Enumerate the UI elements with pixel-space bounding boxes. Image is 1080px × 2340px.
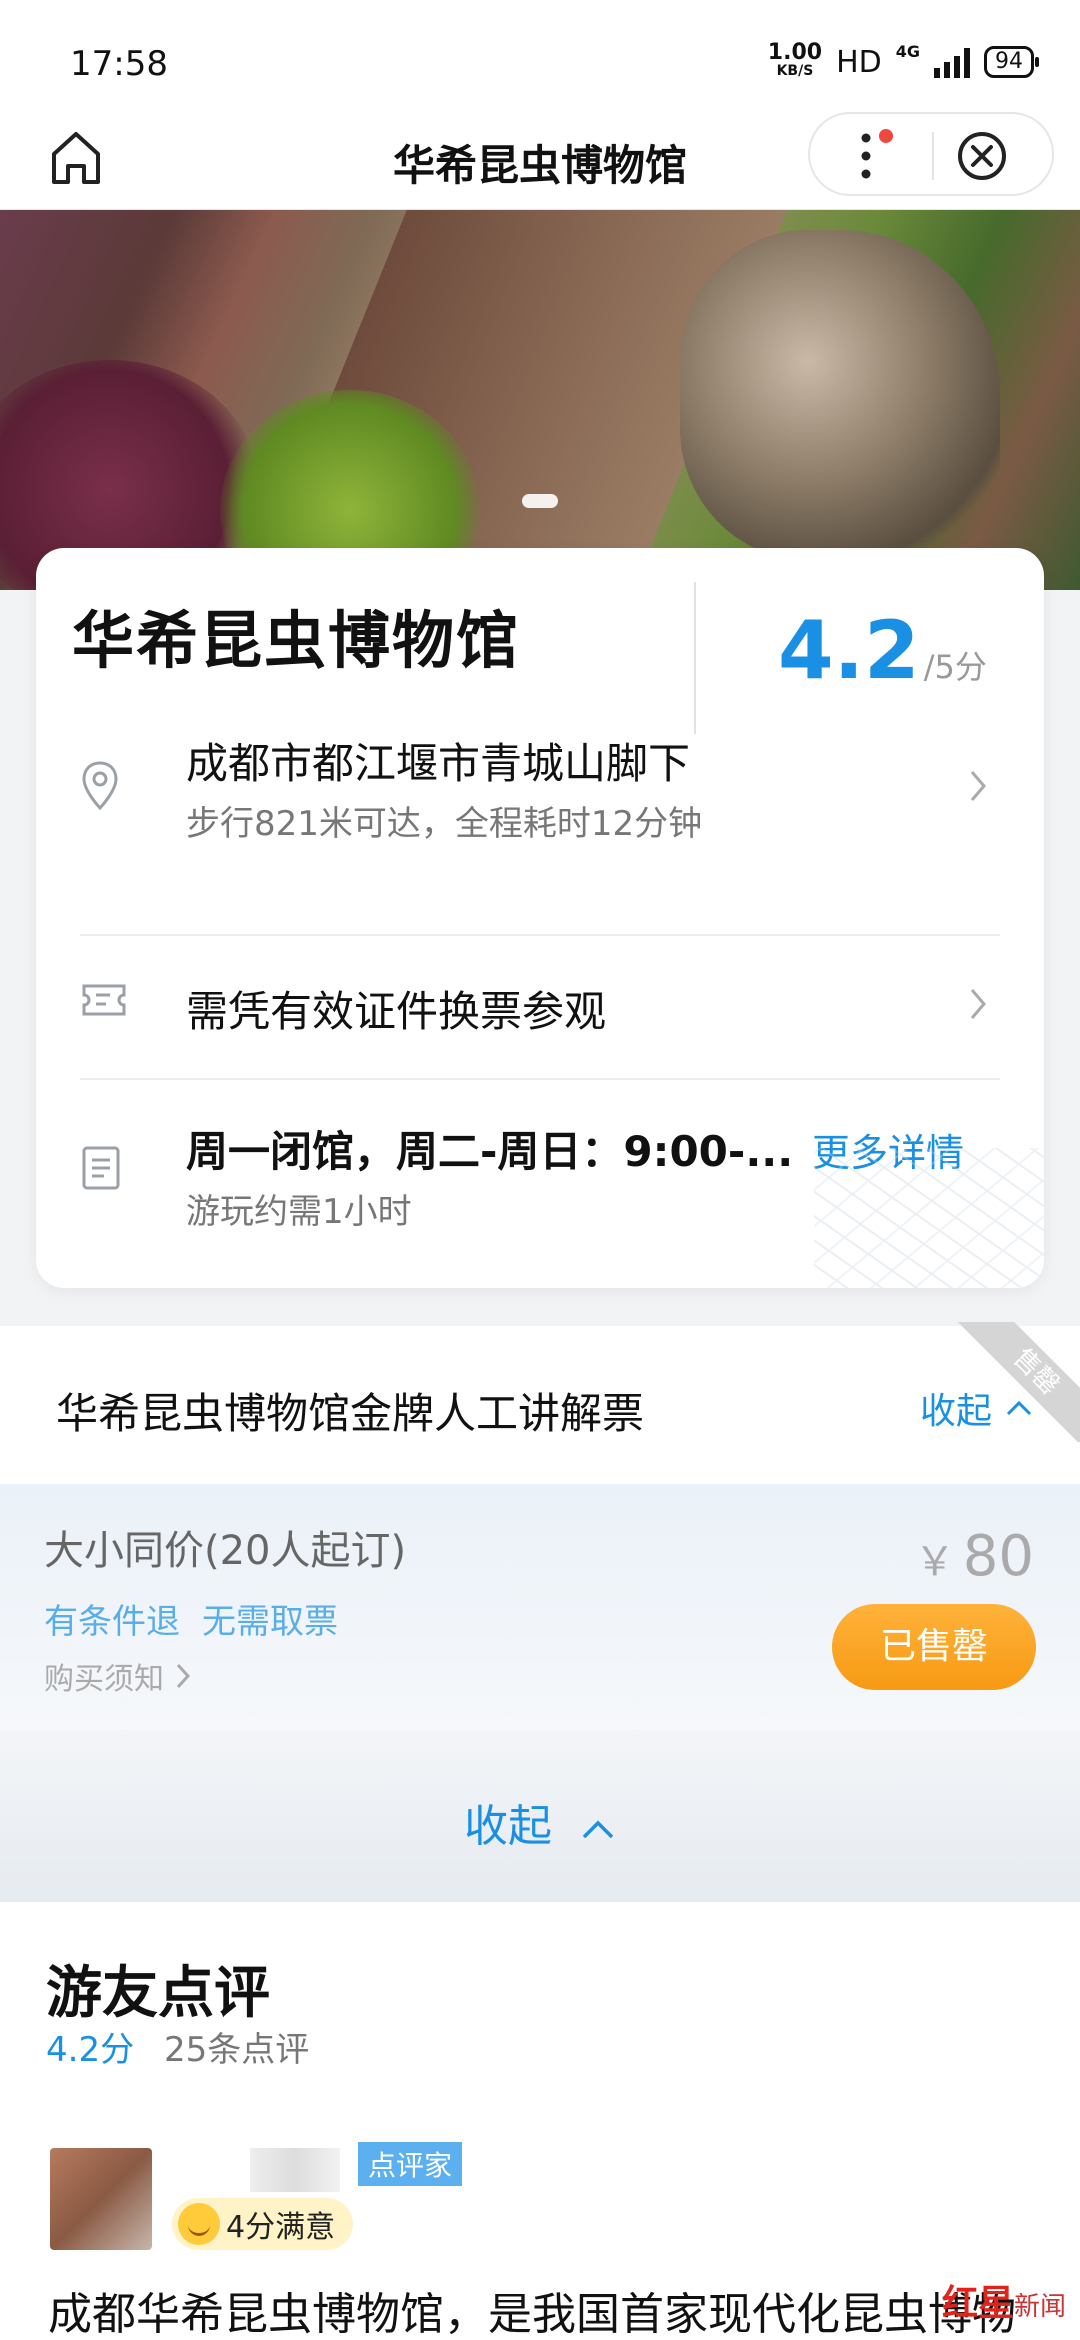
ticket-item[interactable]: 大小同价(20人起订) 有条件退 无需取票 购买须知 ￥ 80 已售罄 [0, 1484, 1080, 1730]
network-type: 4G [895, 42, 920, 61]
reviews-score[interactable]: 4.2分 [46, 2022, 134, 2071]
card-map-texture [814, 1148, 1044, 1288]
no-pickup-tag: 无需取票 [202, 1602, 338, 1642]
visit-duration: 游玩约需1小时 [186, 1192, 412, 1232]
ticket-icon [82, 984, 126, 1016]
chevron-right-icon [176, 1663, 191, 1689]
watermark-main: 红星 [941, 2283, 1014, 2324]
signal-icon [934, 46, 970, 78]
reviewer-badge: 点评家 [358, 2142, 463, 2186]
collapse-bar[interactable]: 收起 [0, 1730, 1080, 1902]
status-time: 17:58 [70, 44, 168, 84]
chevron-right-icon [970, 771, 986, 801]
currency-symbol: ￥ [914, 1539, 955, 1585]
reviews-count[interactable]: 25条点评 [164, 2022, 309, 2071]
satisfaction-label: 4分满意 [226, 2210, 336, 2245]
walking-distance: 步行821米可达，全程耗时12分钟 [186, 804, 703, 844]
soldout-ribbon: 售罄 [946, 1322, 1080, 1442]
capsule-divider [932, 132, 934, 180]
reviews-section: 游友点评 4.2分 25条点评 点评家 4分满意 成都华希昆虫博物馆，是我国首家… [0, 1902, 1080, 2340]
poi-info-card: 华希昆虫博物馆 4.2 /5分 成都市都江堰市青城山脚下 步行821米可达，全程… [36, 548, 1044, 1288]
ticket-group-header[interactable]: 华希昆虫博物馆金牌人工讲解票 收起 售罄 [0, 1322, 1080, 1484]
ticket-item-name: 大小同价(20人起订) [44, 1528, 407, 1574]
status-indicators: 1.00 KB/S HD 4G 94 [767, 40, 1039, 80]
battery-icon: 94 [984, 46, 1039, 78]
purchase-notice-link[interactable]: 购买须知 [44, 1654, 192, 1698]
address-row[interactable]: 成都市都江堰市青城山脚下 步行821米可达，全程耗时12分钟 [80, 710, 1000, 860]
smile-icon [178, 2203, 220, 2245]
ticket-price: ￥ 80 [915, 1524, 1034, 1589]
watermark-logo: 红星新闻 [942, 2274, 1066, 2326]
poi-title: 华希昆虫博物馆 [72, 604, 521, 677]
more-icon[interactable] [840, 124, 902, 188]
net-speed-value: 1.00 [767, 40, 823, 65]
net-speed: 1.00 KB/S [767, 40, 823, 80]
avatar[interactable] [50, 2148, 152, 2250]
soldout-button[interactable]: 已售罄 [832, 1604, 1036, 1690]
poi-rating: 4.2 /5分 [778, 604, 987, 697]
ticket-note-row[interactable]: 需凭有效证件换票参观 [80, 938, 1000, 1078]
hero-banner-image[interactable] [0, 210, 1080, 590]
reviewer-name-redacted [250, 2148, 340, 2192]
mini-program-capsule [808, 112, 1054, 196]
close-icon[interactable] [948, 124, 1016, 188]
review-text[interactable]: 成都华希昆虫博物馆，是我国首家现代化昆虫博物 [48, 2278, 1048, 2340]
net-speed-unit: KB/S [776, 63, 814, 79]
battery-level: 94 [995, 49, 1023, 74]
status-bar: 17:58 1.00 KB/S HD 4G 94 [0, 0, 1080, 112]
satisfaction-badge: 4分满意 [172, 2198, 354, 2250]
carousel-indicator [522, 494, 558, 508]
ticket-note-text: 需凭有效证件换票参观 [186, 987, 607, 1036]
collapse-all-label: 收起 [464, 1801, 552, 1852]
insect-sculpture [680, 230, 1000, 560]
opening-hours: 周一闭馆，周二-周日：9:00-... [186, 1127, 794, 1176]
collapse-all-button[interactable]: 收起 [0, 1790, 1080, 1854]
nav-bar: 华希昆虫博物馆 [0, 112, 1080, 210]
reviews-title: 游友点评 [46, 1961, 270, 2026]
card-divider [80, 934, 1000, 936]
rating-unit: /5分 [923, 648, 987, 686]
watermark-sub: 新闻 [1013, 2292, 1066, 2322]
refund-tag: 有条件退 [44, 1602, 180, 1642]
address-text: 成都市都江堰市青城山脚下 [186, 739, 691, 788]
chevron-up-icon [582, 1820, 614, 1839]
card-divider [80, 1078, 1000, 1080]
soldout-ribbon-label: 售罄 [946, 1322, 1080, 1442]
purchase-notice-label: 购买须知 [44, 1662, 164, 1697]
rating-value: 4.2 [778, 604, 920, 697]
price-value: 80 [962, 1524, 1034, 1589]
document-icon [82, 1146, 120, 1190]
ticket-group-title: 华希昆虫博物馆金牌人工讲解票 [56, 1389, 645, 1438]
chevron-right-icon [970, 989, 986, 1019]
location-pin-icon [82, 761, 118, 811]
hd-indicator: HD [836, 44, 882, 80]
